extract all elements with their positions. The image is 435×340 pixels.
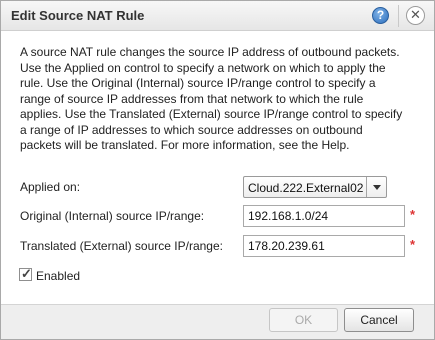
- dropdown-button[interactable]: [366, 177, 386, 197]
- dialog-title: Edit Source NAT Rule: [11, 8, 145, 23]
- original-range-input[interactable]: 192.168.1.0/24: [243, 205, 405, 227]
- chevron-down-icon: [373, 185, 381, 190]
- description-line: a range of IP addresses to which source …: [20, 122, 363, 137]
- applied-on-select[interactable]: Cloud.222.External02: [243, 176, 387, 198]
- dialog-description: A source NAT rule changes the source IP …: [20, 45, 420, 154]
- description-line: Use the Applied on control to specify a …: [20, 60, 386, 75]
- translated-range-input[interactable]: 178.20.239.61: [243, 235, 405, 257]
- description-line: applies. Use the Translated (External) s…: [20, 107, 403, 121]
- applied-on-label: Applied on:: [20, 180, 81, 194]
- close-icon[interactable]: ✕: [406, 6, 425, 25]
- description-line: range of source IP addresses from that n…: [20, 91, 364, 106]
- dialog-titlebar[interactable]: Edit Source NAT Rule ? ✕: [1, 1, 434, 31]
- edit-source-nat-dialog: Edit Source NAT Rule ? ✕ A source NAT ru…: [0, 0, 435, 340]
- enabled-checkbox[interactable]: ✓: [19, 266, 32, 281]
- translated-range-label: Translated (External) source IP/range:: [20, 239, 223, 253]
- enabled-label[interactable]: Enabled: [36, 269, 80, 283]
- original-range-label: Original (Internal) source IP/range:: [20, 209, 205, 223]
- required-icon: *: [410, 207, 416, 222]
- description-line: rule. Use the Original (Internal) source…: [20, 76, 376, 90]
- description-line: packets will be translated. For more inf…: [20, 138, 350, 152]
- applied-on-value: Cloud.222.External02: [248, 181, 364, 195]
- checkmark-icon: ✓: [21, 266, 32, 281]
- help-icon[interactable]: ?: [372, 7, 389, 24]
- description-line: A source NAT rule changes the source IP …: [20, 45, 400, 59]
- ok-button[interactable]: OK: [269, 308, 338, 332]
- titlebar-divider: [398, 5, 399, 27]
- required-icon: *: [410, 237, 416, 252]
- cancel-button[interactable]: Cancel: [344, 308, 414, 332]
